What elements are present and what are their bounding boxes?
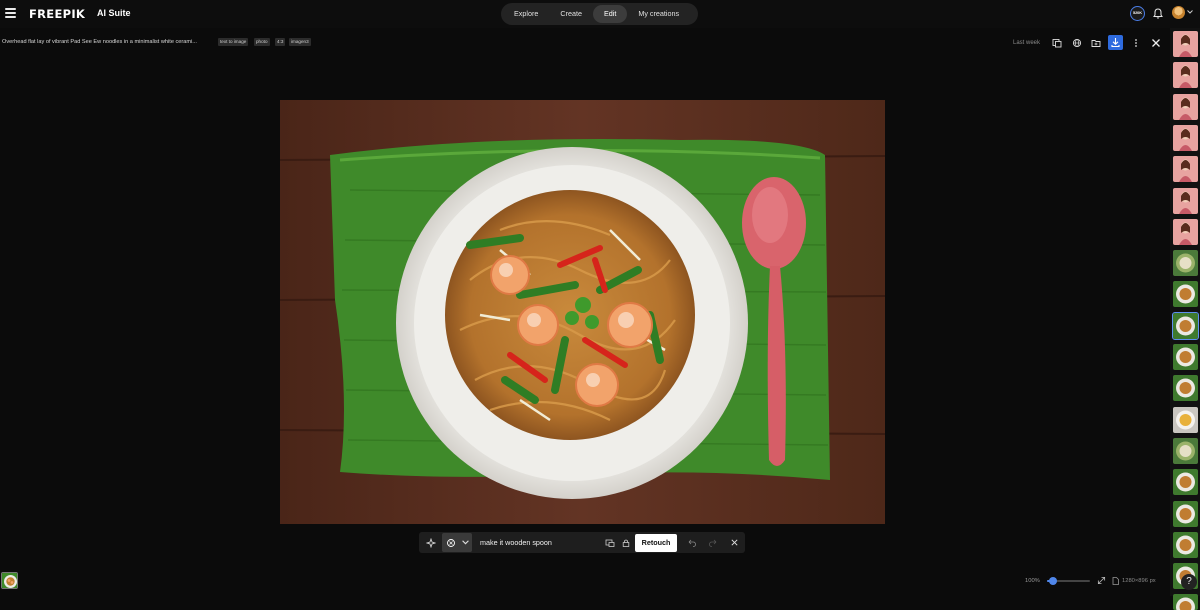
image-dimensions: 1280×896 px — [1122, 578, 1156, 584]
download-icon — [1111, 38, 1120, 48]
credits-badge[interactable]: 520K — [1130, 6, 1145, 21]
lock-icon — [622, 539, 630, 547]
history-thumbnail[interactable] — [1172, 311, 1199, 340]
history-thumbnail[interactable] — [1173, 31, 1198, 57]
history-thumbnail[interactable] — [1173, 469, 1198, 496]
history-thumbnail[interactable] — [1173, 124, 1198, 151]
lock-button[interactable] — [619, 532, 633, 553]
history-thumbnail[interactable] — [1173, 62, 1198, 89]
main-tabs: Explore Create Edit My creations — [501, 3, 698, 25]
expand-icon[interactable] — [1097, 576, 1106, 585]
tag-model: imagen3 — [289, 38, 311, 46]
brand-subtitle: AI Suite — [97, 8, 131, 18]
history-thumbnail[interactable] — [1173, 375, 1198, 402]
zoom-slider-handle[interactable] — [1049, 577, 1058, 585]
history-thumbnail[interactable] — [1173, 344, 1198, 370]
file-icon — [1112, 577, 1119, 585]
brush-icon — [446, 538, 455, 547]
history-thumbnail[interactable] — [1173, 406, 1198, 433]
retouch-button[interactable]: Retouch — [635, 534, 677, 552]
download-button[interactable] — [1108, 35, 1123, 50]
sparkle-button[interactable] — [423, 532, 439, 553]
redo-icon — [709, 539, 717, 547]
image-info-bar: Overhead flat lay of vibrant Pad See Ew … — [0, 36, 1170, 50]
menu-icon[interactable] — [5, 8, 16, 18]
history-thumbnail[interactable] — [1173, 500, 1198, 527]
history-thumbnail[interactable] — [1173, 156, 1198, 183]
tab-explore[interactable]: Explore — [503, 5, 549, 23]
tag-text-to-image: text to image — [218, 38, 249, 46]
history-thumbnail[interactable] — [1173, 93, 1198, 120]
close-edit-button[interactable] — [727, 532, 741, 553]
timestamp: Last week — [1013, 40, 1041, 46]
top-bar: FREEPIK AI Suite Explore Create Edit My … — [0, 0, 1200, 28]
image-reference-icon — [605, 539, 615, 547]
close-icon — [730, 539, 738, 546]
help-button[interactable]: ? — [1181, 574, 1197, 590]
history-thumbnail[interactable] — [1173, 218, 1198, 245]
sparkle-icon — [426, 537, 436, 548]
history-thumbnail[interactable] — [1173, 437, 1198, 464]
undo-icon — [688, 539, 696, 547]
tab-create[interactable]: Create — [549, 5, 593, 23]
chevron-down-icon[interactable] — [1187, 10, 1193, 14]
edit-prompt-input[interactable] — [480, 535, 600, 550]
chevron-down-icon — [461, 540, 469, 545]
history-thumbnail[interactable] — [1173, 250, 1198, 277]
history-thumbnail[interactable] — [1173, 187, 1198, 214]
brand-logo[interactable]: FREEPIK — [29, 7, 85, 21]
help-icon: ? — [1186, 576, 1192, 587]
close-icon[interactable] — [1151, 38, 1161, 48]
tag-photo: photo — [254, 38, 270, 46]
globe-icon[interactable] — [1072, 38, 1082, 48]
history-thumbnail[interactable] — [1173, 594, 1198, 610]
generated-image[interactable] — [280, 100, 885, 524]
history-thumbnail[interactable] — [1173, 281, 1198, 308]
source-image-thumbnail[interactable] — [1, 572, 18, 589]
history-thumbnail[interactable] — [1173, 531, 1198, 558]
tag-aspect-ratio: 4:3 — [275, 38, 286, 46]
tab-my-creations[interactable]: My creations — [627, 5, 690, 23]
undo-button[interactable] — [685, 532, 699, 553]
folder-icon[interactable] — [1091, 38, 1101, 48]
redo-button[interactable] — [706, 532, 720, 553]
image-reference-button[interactable] — [603, 532, 617, 553]
brush-mode-button[interactable] — [442, 533, 472, 552]
compare-icon[interactable] — [1052, 38, 1062, 48]
bell-icon[interactable] — [1153, 8, 1163, 19]
zoom-level: 100% — [1025, 578, 1040, 584]
more-icon[interactable] — [1131, 38, 1141, 48]
image-prompt: Overhead flat lay of vibrant Pad See Ew … — [2, 39, 197, 45]
food-photo — [280, 100, 885, 524]
avatar[interactable] — [1172, 6, 1185, 19]
tab-edit[interactable]: Edit — [592, 5, 628, 23]
zoom-slider[interactable] — [1047, 577, 1090, 585]
